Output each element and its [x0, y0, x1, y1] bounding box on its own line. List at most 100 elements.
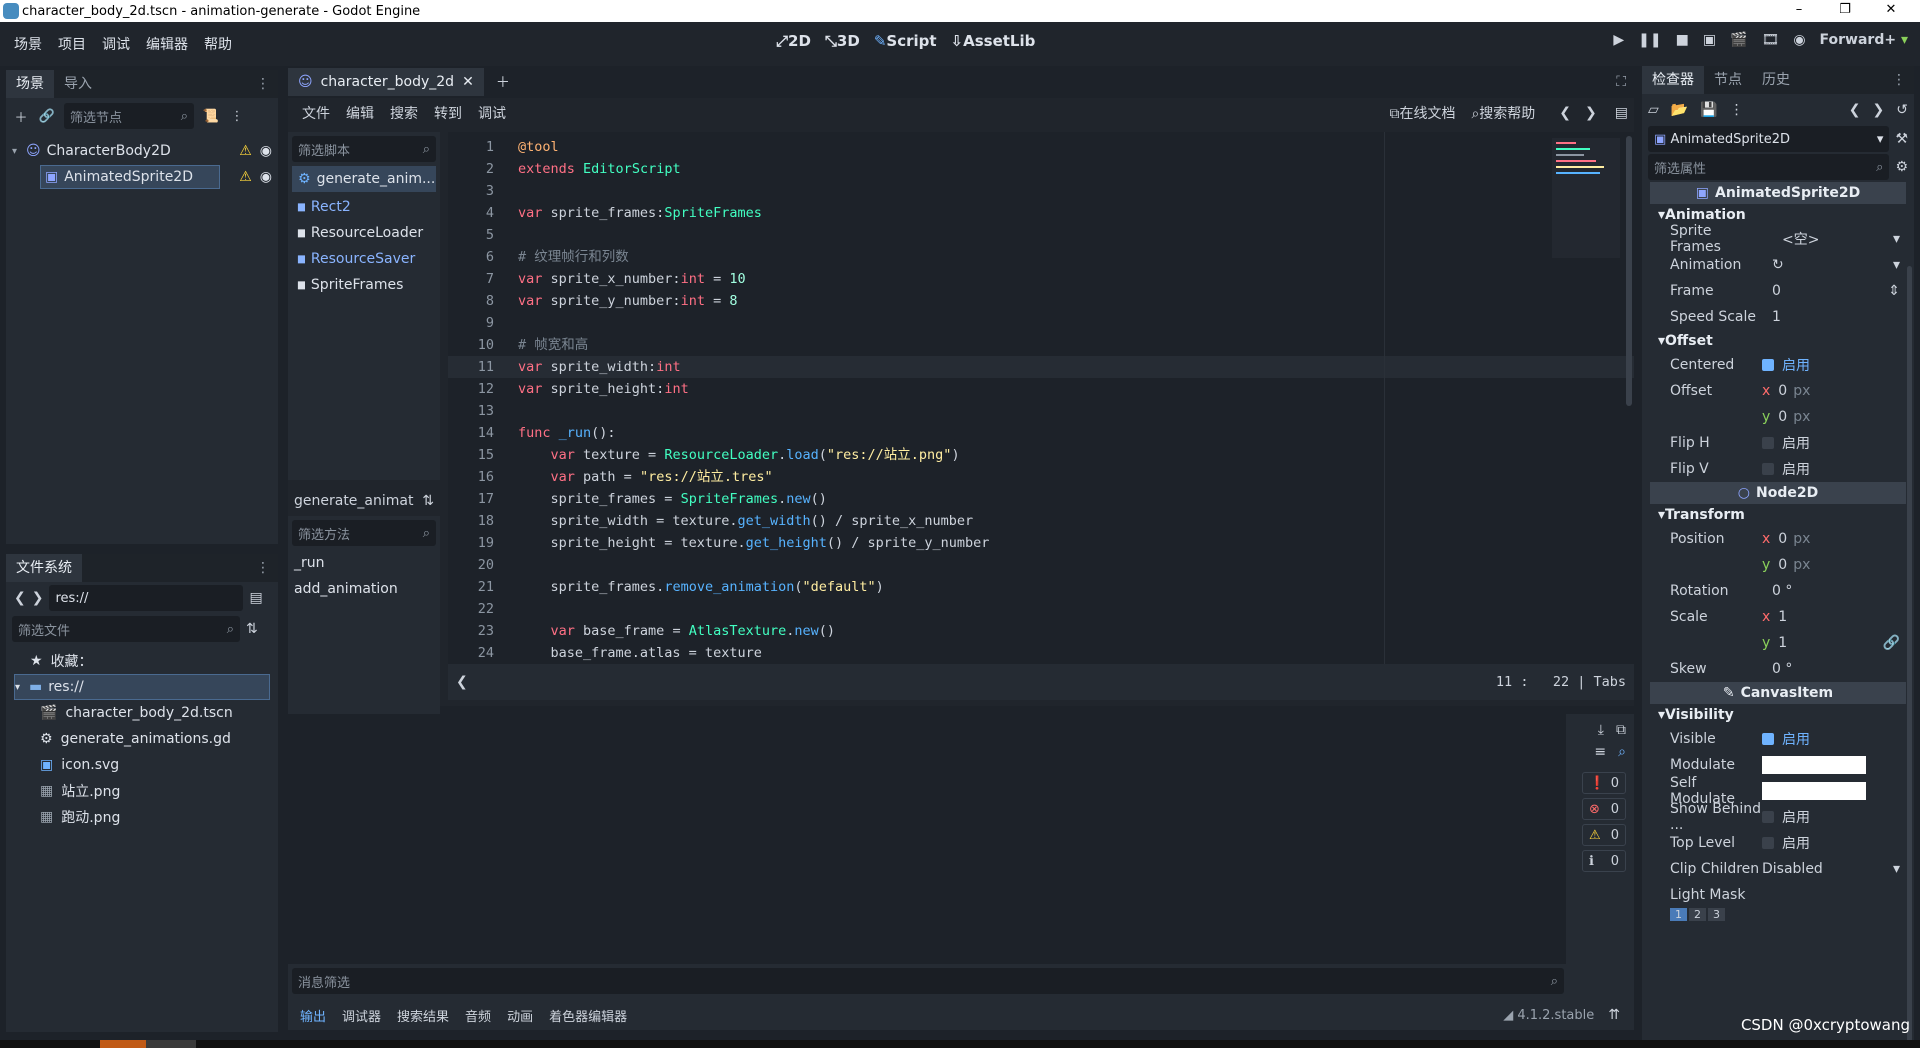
- code-scrollbar[interactable]: [1626, 136, 1632, 406]
- play-scene-icon[interactable]: 🎬: [1730, 32, 1747, 48]
- tree-node-characterbody2d[interactable]: ▾ ☺ CharacterBody2D ⚠ ◉: [12, 138, 272, 164]
- prop-top-level[interactable]: Top Level 启用: [1650, 830, 1906, 856]
- open-folder-icon[interactable]: 📂: [1671, 102, 1688, 118]
- tab-inspector[interactable]: 检查器: [1642, 66, 1704, 94]
- method-item[interactable]: add_animation: [288, 576, 440, 602]
- reload-icon[interactable]: ↻: [1772, 257, 1784, 273]
- object-selector[interactable]: ▣ AnimatedSprite2D ▾: [1648, 126, 1890, 152]
- menu-debug[interactable]: 调试: [94, 34, 138, 54]
- code-line[interactable]: 3: [448, 180, 1634, 202]
- code-line[interactable]: 14 func _run():: [448, 422, 1634, 444]
- prop-offset-y[interactable]: y 0 px: [1650, 404, 1906, 430]
- file-item[interactable]: 🎬 character_body_2d.tscn: [14, 700, 270, 726]
- tree-node-animatedsprite2d[interactable]: ▣ AnimatedSprite2D ⚠ ◉: [12, 164, 272, 190]
- menu-project[interactable]: 项目: [50, 34, 94, 54]
- message-filter-input[interactable]: 消息筛选 ⌕: [292, 968, 1564, 994]
- show-behind-checkbox[interactable]: [1762, 811, 1774, 823]
- file-item[interactable]: ▣ icon.svg: [14, 752, 270, 778]
- prop-animation[interactable]: Animation ↻ ▾: [1650, 252, 1906, 278]
- prop-offset[interactable]: Offset x 0 px: [1650, 378, 1906, 404]
- top-level-checkbox[interactable]: [1762, 837, 1774, 849]
- prop-flip-v[interactable]: Flip V 启用: [1650, 456, 1906, 482]
- workspace-3d[interactable]: ⤡3D: [825, 32, 860, 50]
- code-line[interactable]: 15 var texture = ResourceLoader.load("re…: [448, 444, 1634, 466]
- path-input[interactable]: res://: [49, 585, 244, 611]
- attach-script-icon[interactable]: 📜: [202, 107, 220, 125]
- code-minimap[interactable]: [1552, 138, 1620, 258]
- dock-menu-icon[interactable]: ⋮: [1892, 72, 1914, 88]
- close-button[interactable]: ✕: [1868, 0, 1914, 22]
- log-count-editor[interactable]: ℹ0: [1582, 850, 1626, 872]
- light-mask-layer[interactable]: 1: [1670, 908, 1687, 921]
- file-item[interactable]: ⚙ generate_animations.gd: [14, 726, 270, 752]
- code-line[interactable]: 13: [448, 400, 1634, 422]
- class-header-animatedsprite2d[interactable]: ▣ AnimatedSprite2D: [1650, 182, 1906, 204]
- code-line[interactable]: 19 sprite_height = texture.get_height() …: [448, 532, 1634, 554]
- section-transform[interactable]: ▾ Transform: [1650, 504, 1906, 526]
- method-filter-input[interactable]: 筛选方法 ⌕: [292, 520, 436, 546]
- log-count-warning[interactable]: ⚠ 0: [1582, 824, 1626, 846]
- prop-clip-children[interactable]: Clip Children Disabled ▾: [1650, 856, 1906, 882]
- code-line[interactable]: 1 @tool: [448, 136, 1634, 158]
- history-back-icon[interactable]: ❮: [1559, 105, 1571, 121]
- minimize-button[interactable]: –: [1776, 0, 1822, 22]
- script-item[interactable]: ▆ ResourceLoader: [288, 220, 440, 246]
- history-back-icon[interactable]: ❮: [1849, 102, 1861, 118]
- prop-scale[interactable]: Scale x1: [1650, 604, 1906, 630]
- menu-debug[interactable]: 调试: [470, 103, 514, 123]
- copy-icon[interactable]: ⧉: [1616, 722, 1626, 738]
- history-forward-icon[interactable]: ❯: [1585, 105, 1597, 121]
- stop-icon[interactable]: ■: [1676, 32, 1689, 48]
- workspace-script[interactable]: ✎Script: [874, 32, 937, 50]
- prop-flip-h[interactable]: Flip H 启用: [1650, 430, 1906, 456]
- clear-output-icon[interactable]: ⤓: [1598, 722, 1604, 738]
- dock-menu-icon[interactable]: ⋮: [256, 560, 278, 576]
- forward-icon[interactable]: ❯: [32, 590, 44, 606]
- menu-goto[interactable]: 转到: [426, 103, 470, 123]
- menu-scene[interactable]: 场景: [6, 34, 50, 54]
- close-tab-icon[interactable]: ✕: [462, 68, 474, 96]
- modulate-color-swatch[interactable]: [1762, 756, 1866, 774]
- search-help-button[interactable]: ⌕搜索帮助: [1471, 103, 1535, 123]
- tab-output[interactable]: 输出: [292, 1006, 334, 1025]
- prop-speed-scale[interactable]: Speed Scale 1: [1650, 304, 1906, 330]
- code-line[interactable]: 7 var sprite_x_number:int = 10: [448, 268, 1634, 290]
- back-icon[interactable]: ❮: [14, 590, 26, 606]
- new-resource-icon[interactable]: ▱: [1648, 102, 1659, 118]
- log-count-message[interactable]: ❗ 0: [1582, 772, 1626, 794]
- script-item-selected[interactable]: ⚙ generate_anim...: [292, 166, 436, 192]
- tab-node[interactable]: 节点: [1704, 66, 1752, 94]
- toggle-panel-icon[interactable]: ▤: [1615, 105, 1628, 121]
- log-count-error[interactable]: ⊗ 0: [1582, 798, 1626, 820]
- visibility-eye-icon[interactable]: ◉: [260, 169, 272, 185]
- prop-centered[interactable]: Centered 启用: [1650, 352, 1906, 378]
- instance-scene-icon[interactable]: 🔗: [38, 107, 56, 125]
- tab-shader-editor[interactable]: 着色器编辑器: [541, 1006, 635, 1025]
- code-line[interactable]: 18 sprite_width = texture.get_width() / …: [448, 510, 1634, 532]
- menu-search[interactable]: 搜索: [382, 103, 426, 123]
- tab-history[interactable]: 历史: [1752, 66, 1800, 94]
- history-forward-icon[interactable]: ❯: [1873, 102, 1885, 118]
- scroll-left-icon[interactable]: ❮: [456, 674, 468, 690]
- movie-maker-icon[interactable]: ◉: [1793, 32, 1805, 48]
- folder-res[interactable]: ▾ ▬ res://: [14, 674, 270, 700]
- chevron-down-icon[interactable]: ▾: [1893, 231, 1906, 247]
- class-header-canvasitem[interactable]: ✎ CanvasItem: [1650, 682, 1906, 704]
- prop-position-y[interactable]: y 0 px: [1650, 552, 1906, 578]
- file-filter-input[interactable]: 筛选文件 ⌕: [12, 616, 240, 642]
- menu-help[interactable]: 帮助: [196, 34, 240, 54]
- search-icon[interactable]: ⌕: [1618, 744, 1626, 760]
- code-line[interactable]: 11 var sprite_width:int: [448, 356, 1634, 378]
- collapse-icon[interactable]: ≡: [1594, 744, 1606, 760]
- tab-animation[interactable]: 动画: [499, 1006, 541, 1025]
- code-line[interactable]: 9: [448, 312, 1634, 334]
- prop-skew[interactable]: Skew 0 °: [1650, 656, 1906, 682]
- code-line[interactable]: 22: [448, 598, 1634, 620]
- property-options-icon[interactable]: ⚙: [1895, 159, 1908, 175]
- code-line[interactable]: 6 # 纹理帧行和列数: [448, 246, 1634, 268]
- online-docs-button[interactable]: ⧉在线文档: [1389, 103, 1455, 123]
- tab-debugger[interactable]: 调试器: [334, 1006, 389, 1025]
- object-tools-icon[interactable]: ⚒: [1895, 131, 1908, 147]
- play-custom-scene-icon[interactable]: 🎞: [1762, 32, 1780, 48]
- history-icon[interactable]: ↺: [1896, 102, 1908, 118]
